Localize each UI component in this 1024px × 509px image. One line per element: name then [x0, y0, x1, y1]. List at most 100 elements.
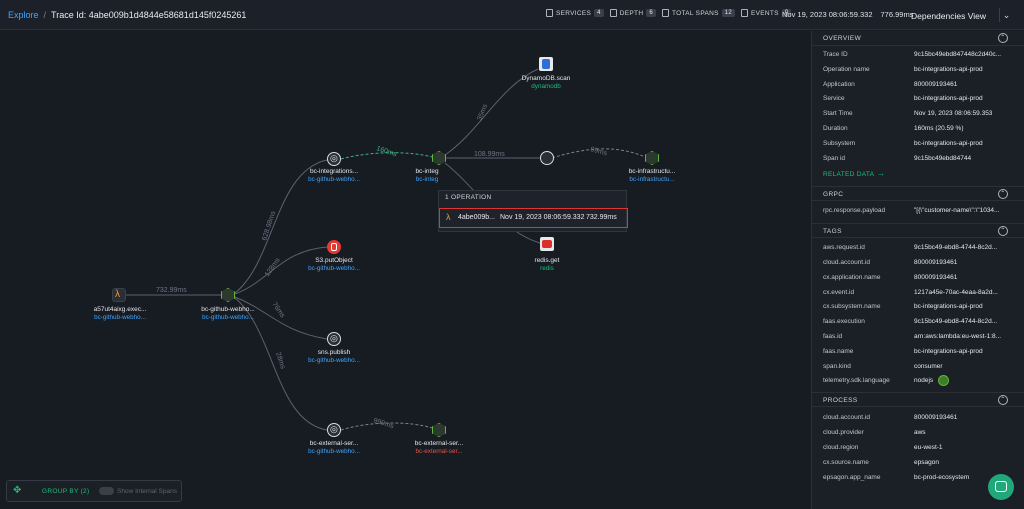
move-icon[interactable]: ✥	[13, 485, 21, 496]
collapse-icon[interactable]: ⌃	[998, 226, 1008, 237]
node-infra[interactable]	[645, 151, 659, 165]
s3-icon	[331, 243, 337, 251]
trace-id-title: Trace Id: 4abe009b1d4844e58681d145f02452…	[51, 10, 247, 20]
detail-key: faas.execution	[823, 318, 865, 326]
top-bar: Explore / Trace Id: 4abe009b1d4844e58681…	[0, 0, 1024, 30]
tags-section-header[interactable]: TAGS ⌃	[812, 223, 1024, 239]
arrow-right-icon[interactable]: →	[877, 169, 885, 178]
node-sublabel: bc-infrastructu...	[629, 176, 675, 183]
operation-entry[interactable]: λ 4abe009b... Nov 19, 2023 08:06:59.332 …	[439, 208, 628, 228]
detail-row: Span id 9c15bc49ebd84744	[812, 152, 1024, 167]
detail-key: cloud.account.id	[823, 414, 870, 422]
detail-key: Application	[823, 80, 855, 88]
grpc-section-header[interactable]: GRPC ⌃	[812, 186, 1024, 202]
detail-value: bc-integrations-api-prod	[914, 347, 983, 355]
chevron-down-icon[interactable]: ⌄	[999, 8, 1013, 22]
chat-button[interactable]	[988, 474, 1014, 500]
stat-depth: DEPTH 6	[609, 9, 656, 17]
node-sublabel: bc-github-webho...	[94, 314, 146, 321]
detail-row: cloud.account.id 800009193461	[812, 256, 1024, 271]
detail-key: Service	[823, 95, 845, 103]
detail-value: 160ms (20.59 %)	[914, 124, 964, 132]
dependency-graph-canvas[interactable]: 732.99ms 628.98ms 128ms 76ms 28ms 160ms …	[0, 31, 810, 509]
node-sns[interactable]: ◎	[327, 332, 341, 346]
graph-edges: 732.99ms 628.98ms 128ms 76ms 28ms 160ms …	[126, 68, 646, 431]
detail-key: faas.id	[823, 332, 843, 340]
lambda-icon: λ	[115, 289, 120, 300]
detail-row: cx.event.id 1217a45e-70ac-4eaa-8a2d...	[812, 286, 1024, 301]
operation-popup: 1 OPERATION λ 4abe009b... Nov 19, 2023 0…	[438, 190, 628, 232]
detail-value: aws	[914, 429, 926, 437]
detail-key: faas.name	[823, 347, 854, 355]
node-label: bc-integ	[415, 168, 439, 175]
node-s3[interactable]	[327, 240, 341, 254]
node-external-ser-2[interactable]	[432, 423, 446, 437]
detail-row: Service bc-integrations-api-prod	[812, 92, 1024, 107]
detail-key: cloud.region	[823, 443, 859, 451]
collapse-icon[interactable]: ⌃	[998, 33, 1008, 43]
trace-duration: 776.99ms	[880, 10, 914, 19]
graph-controls: ✥ GROUP BY (2) Show Internal Spans	[6, 480, 182, 502]
node-label: bc-github-webho...	[201, 306, 255, 313]
overview-section-header[interactable]: OVERVIEW ⌃	[812, 31, 1024, 46]
detail-key: aws.request.id	[823, 244, 865, 252]
node-label: bc-integrations...	[309, 168, 359, 175]
breadcrumb-explore-link[interactable]: Explore	[8, 10, 39, 20]
detail-row: cloud.region eu-west-1	[812, 441, 1024, 456]
detail-row: cloud.provider aws	[812, 426, 1024, 441]
detail-row: faas.execution 9c15bc49-ebd8-4744-8c2d...	[812, 315, 1024, 330]
detail-row: span.kind consumer	[812, 360, 1024, 375]
node-intermediate[interactable]	[540, 151, 554, 165]
nodejs-hex-icon	[432, 151, 446, 165]
detail-key: Duration	[823, 124, 848, 132]
detail-key: cloud.provider	[823, 429, 864, 437]
related-data-row: RELATED DATA →	[812, 166, 1024, 186]
node-dynamodb[interactable]	[539, 57, 553, 71]
detail-row: aws.request.id 9c15bc49-ebd8-4744-8c2d...	[812, 241, 1024, 256]
node-integrations[interactable]: ◎	[327, 152, 341, 166]
detail-row: Operation name bc-integrations-api-prod	[812, 63, 1024, 78]
detail-value: 800009193461	[914, 80, 958, 88]
detail-value: 800009193461	[914, 258, 958, 266]
node-label: bc-external-ser...	[414, 440, 464, 447]
group-by-button[interactable]: GROUP BY (2)	[42, 488, 89, 495]
trace-timestamp: Nov 19, 2023 08:06:59.332	[782, 10, 873, 19]
detail-value: bc-integrations-api-prod	[914, 95, 983, 103]
grpc-rows: rpc.response.payload "[{\"customer-name\"…	[812, 201, 1024, 223]
collapse-icon[interactable]: ⌃	[998, 189, 1008, 200]
related-data-link[interactable]: RELATED DATA	[823, 171, 874, 178]
node-sublabel: dynamodb	[531, 83, 561, 90]
detail-row: Subsystem bc-integrations-api-prod	[812, 137, 1024, 152]
node-gh-webhook[interactable]	[221, 288, 235, 302]
detail-value: "[{\"customer-name\":\"1034...	[914, 207, 1000, 215]
detail-value: arn:aws:lambda:eu-west-1:8...	[914, 332, 1002, 340]
stat-total-spans: TOTAL SPANS 12	[661, 9, 736, 17]
edge-label-gh-ext: 28ms	[274, 351, 286, 370]
node-label: sns.publish	[317, 349, 351, 356]
node-sublabel: bc-integ	[415, 176, 439, 183]
detail-value: bc-integrations-api-prod	[914, 65, 983, 73]
detail-value: 800009193461	[914, 273, 958, 281]
trace-stats: SERVICES 4 DEPTH 6 TOTAL SPANS 12 EVENTS…	[546, 9, 792, 17]
node-redis[interactable]	[540, 237, 554, 251]
detail-key: cx.source.name	[823, 458, 869, 466]
globe-icon: ◎	[330, 153, 338, 163]
detail-value: consumer	[914, 362, 943, 370]
detail-key: cx.application.name	[823, 273, 881, 281]
breadcrumb: Explore / Trace Id: 4abe009b1d4844e58681…	[8, 10, 246, 20]
node-label: bc-infrastructu...	[628, 168, 676, 175]
process-section-header[interactable]: PROCESS ⌃	[812, 392, 1024, 408]
node-lambda[interactable]: λ	[112, 288, 126, 302]
detail-value: bc-integrations-api-prod	[914, 139, 983, 147]
view-select-label: Dependencies View	[911, 10, 986, 21]
node-external-ser[interactable]: ◎	[327, 423, 341, 437]
services-icon	[546, 9, 553, 17]
show-internal-toggle[interactable]	[99, 487, 114, 495]
view-select[interactable]: Dependencies View ⌄	[911, 7, 1015, 24]
detail-row: Application 800009193461	[812, 78, 1024, 93]
node-integ2[interactable]	[432, 151, 446, 165]
detail-key: epsagon.app_name	[823, 473, 881, 481]
globe-icon: ◎	[330, 333, 338, 343]
collapse-icon[interactable]: ⌃	[998, 395, 1008, 406]
depth-icon	[609, 9, 617, 17]
